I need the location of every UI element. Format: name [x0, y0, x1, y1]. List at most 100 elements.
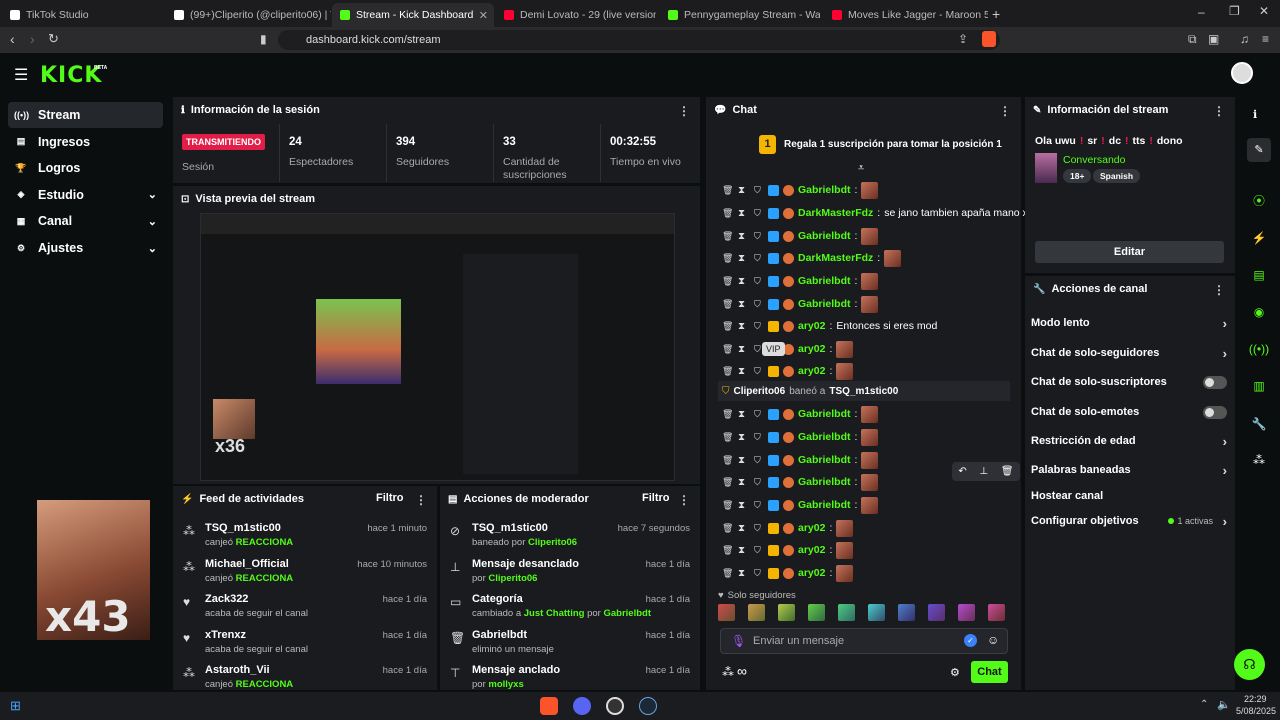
- delete-message-icon[interactable]: 🗑: [722, 253, 734, 264]
- delete-message-icon[interactable]: 🗑: [722, 366, 734, 377]
- ban-user-icon[interactable]: ⛉: [754, 299, 764, 310]
- moderator-actions-menu-icon[interactable]: ⋮: [678, 493, 690, 507]
- timeout-icon[interactable]: ⧗: [738, 321, 750, 332]
- timeout-icon[interactable]: ⧗: [738, 185, 750, 196]
- emote-option[interactable]: [958, 604, 975, 621]
- browser-menu-icon[interactable]: ≡: [1262, 32, 1269, 46]
- chat-username[interactable]: Gabrielbdt: [798, 408, 851, 420]
- sidebar-item-canal[interactable]: ▦ Canal ⌄: [8, 208, 163, 234]
- emote-option[interactable]: [808, 604, 825, 621]
- sidebar-item-logros[interactable]: 🏆 Logros: [8, 155, 163, 181]
- delete-message-icon[interactable]: 🗑: [722, 208, 734, 219]
- ban-user-icon[interactable]: ⛉: [754, 321, 764, 332]
- sidebar-item-estudio[interactable]: ◈ Estudio ⌄: [8, 182, 163, 208]
- undo-icon[interactable]: ↶: [958, 466, 966, 477]
- session-info-menu-icon[interactable]: ⋮: [678, 104, 690, 118]
- mod-action-target[interactable]: Cliperito06: [488, 573, 537, 584]
- chat-username[interactable]: DarkMasterFdz: [798, 252, 873, 264]
- close-window-button[interactable]: ✕: [1259, 4, 1269, 18]
- rail-broadcast-icon[interactable]: ((•)): [1247, 337, 1271, 361]
- chat-message[interactable]: 🗑 ⧗ ⛉ Gabrielbdt:: [722, 450, 879, 470]
- chat-message[interactable]: 🗑 ⧗ ⛉ Gabrielbdt:: [722, 472, 879, 492]
- rail-tool-icon[interactable]: 🔧: [1247, 412, 1271, 436]
- chat-message[interactable]: 🗑 ⧗ ⛉ ary02: Entonces si eres mod: [722, 316, 937, 336]
- back-icon[interactable]: ‹: [10, 31, 15, 47]
- ban-user-icon[interactable]: ⛉: [754, 545, 764, 556]
- ban-user-icon[interactable]: ⛉: [754, 185, 764, 196]
- emote-option[interactable]: [988, 604, 1005, 621]
- category-name[interactable]: Conversando: [1063, 154, 1125, 166]
- timeout-icon[interactable]: ⧗: [738, 208, 750, 219]
- activity-feed-menu-icon[interactable]: ⋮: [415, 493, 427, 507]
- delete-message-icon[interactable]: 🗑: [722, 568, 734, 579]
- chat-username[interactable]: DarkMasterFdz: [798, 207, 873, 219]
- emote-option[interactable]: [898, 604, 915, 621]
- sub-goal-text[interactable]: Regala 1 suscripción para tomar la posic…: [784, 139, 1002, 150]
- chat-username[interactable]: Gabrielbdt: [798, 454, 851, 466]
- url-field[interactable]: dashboard.kick.com/stream: [278, 30, 1000, 50]
- timeout-icon[interactable]: ⧗: [738, 231, 750, 242]
- mod-action-actor[interactable]: Gabrielbdt: [603, 608, 651, 619]
- feed-username[interactable]: Astaroth_Vii: [205, 664, 270, 676]
- delete-message-icon[interactable]: 🗑: [1001, 466, 1014, 477]
- chat-username[interactable]: Gabrielbdt: [798, 499, 851, 511]
- moderator-action-item[interactable]: ⊤ Mensaje anclado por mollyxs hace 1 día: [440, 662, 700, 690]
- ban-user-icon[interactable]: ⛉: [754, 500, 764, 511]
- chat-message[interactable]: 🗑 ⧗ ⛉ DarkMasterFdz:: [722, 248, 902, 268]
- timeout-icon[interactable]: ⧗: [738, 253, 750, 264]
- chat-message[interactable]: 🗑 ⧗ ⛉ Gabrielbdt:: [722, 294, 879, 314]
- chat-message[interactable]: 🗑 ⧗ ⛉ ary02:: [722, 540, 854, 560]
- scroll-to-pinned-icon[interactable]: ⩡: [858, 162, 864, 175]
- chat-menu-icon[interactable]: ⋮: [999, 104, 1011, 118]
- moderator-actions-filter-button[interactable]: Filtro: [642, 492, 670, 504]
- ban-user-icon[interactable]: ⛉: [754, 231, 764, 242]
- obs-app-icon[interactable]: [606, 697, 624, 715]
- chat-message[interactable]: 🗑 ⧗ ⛉ ary02:: [722, 518, 854, 538]
- delete-message-icon[interactable]: 🗑: [722, 299, 734, 310]
- timeout-icon[interactable]: ⧗: [738, 432, 750, 443]
- pin-message-icon[interactable]: ⊥: [979, 466, 988, 477]
- timeout-icon[interactable]: ⧗: [738, 455, 750, 466]
- timeout-icon[interactable]: ⧗: [738, 366, 750, 377]
- chat-username[interactable]: Gabrielbdt: [798, 476, 851, 488]
- channel-action-item[interactable]: Chat de solo-suscriptores: [1031, 370, 1227, 394]
- toggle-switch[interactable]: [1203, 375, 1227, 389]
- emote-option[interactable]: [928, 604, 945, 621]
- delete-message-icon[interactable]: 🗑: [722, 344, 734, 355]
- sidebar-item-stream[interactable]: ((•)) Stream: [8, 102, 163, 128]
- hamburger-menu-icon[interactable]: ☰: [14, 65, 28, 85]
- chat-settings-icon[interactable]: ⚙: [950, 666, 960, 679]
- rail-edit-icon[interactable]: ✎: [1247, 138, 1271, 162]
- discord-app-icon[interactable]: [573, 697, 591, 715]
- delete-message-icon[interactable]: 🗑: [722, 455, 734, 466]
- mod-action-target[interactable]: mollyxs: [488, 679, 523, 690]
- activity-feed-item[interactable]: ⁂ Astaroth_Vii canjeó REACCIONA hace 1 día: [173, 662, 437, 690]
- rail-points-icon[interactable]: ⁂: [1253, 453, 1265, 467]
- chat-message[interactable]: 🗑 ⧗ ⛉ ary02:: [722, 339, 854, 359]
- ban-user-icon[interactable]: ⛉: [754, 477, 764, 488]
- chat-send-button[interactable]: Chat: [971, 661, 1008, 683]
- ban-user-icon[interactable]: ⛉: [754, 568, 764, 579]
- delete-message-icon[interactable]: 🗑: [722, 276, 734, 287]
- reload-icon[interactable]: ↻: [48, 31, 59, 47]
- feed-username[interactable]: Michael_Official: [205, 558, 289, 570]
- chat-username[interactable]: Gabrielbdt: [798, 275, 851, 287]
- chat-username[interactable]: Gabrielbdt: [798, 230, 851, 242]
- chat-username[interactable]: ary02: [798, 567, 825, 579]
- new-tab-button[interactable]: +: [992, 6, 1000, 22]
- emote-option[interactable]: [748, 604, 765, 621]
- rail-layout-icon[interactable]: ▥: [1247, 374, 1271, 398]
- chat-username[interactable]: ary02: [798, 365, 825, 377]
- rail-info-icon[interactable]: ℹ: [1253, 108, 1257, 121]
- volume-icon[interactable]: 🔈: [1217, 698, 1231, 711]
- forward-icon[interactable]: ›: [30, 31, 35, 47]
- user-avatar[interactable]: [1231, 62, 1253, 84]
- delete-message-icon[interactable]: 🗑: [722, 185, 734, 196]
- emote-option[interactable]: [718, 604, 735, 621]
- ban-user-icon[interactable]: ⛉: [754, 409, 764, 420]
- moderator-action-item[interactable]: ⊘ TSQ_m1stic00 baneado por Cliperito06 hace…: [440, 520, 700, 556]
- ban-user-icon[interactable]: ⛉: [754, 276, 764, 287]
- channel-action-item[interactable]: Hostear canal: [1031, 484, 1227, 508]
- channel-action-item[interactable]: Chat de solo-seguidores ›: [1031, 341, 1227, 365]
- timeout-icon[interactable]: ⧗: [738, 523, 750, 534]
